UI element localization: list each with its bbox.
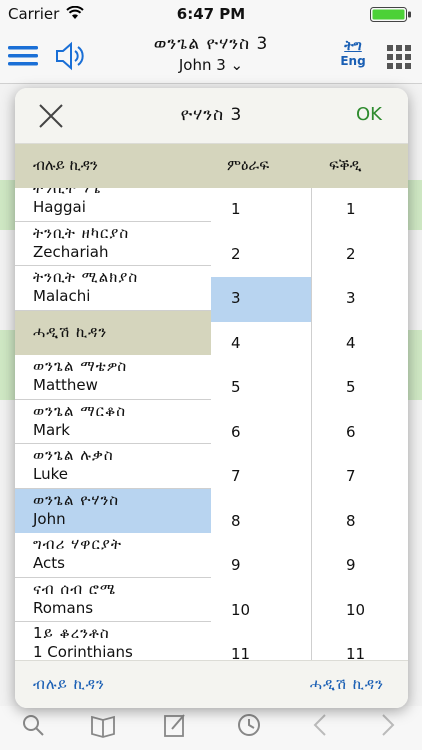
note-icon[interactable] — [162, 712, 188, 738]
chapter-item-11[interactable]: 11 — [211, 633, 311, 660]
book-item-john[interactable]: ወንጌል ዮሃንስ John — [15, 488, 211, 533]
nav-bar: ወንጌል ዮሃንስ 3 John 3 ⌄ ትግ Eng — [0, 28, 422, 84]
modal-title: ዮሃንስ 3 — [180, 105, 243, 125]
book-icon[interactable] — [90, 712, 116, 738]
book-item-zechariah[interactable]: ትንቢት ዘካርያስ Zechariah — [15, 222, 211, 266]
grid-icon[interactable] — [386, 44, 412, 70]
book-item-romans[interactable]: ናብ ሰብ ሮሜ Romans — [15, 578, 211, 622]
column-header-verse: ፍቕዲ — [311, 144, 408, 188]
old-testament-button[interactable]: ብሉይ ኪዳን — [33, 675, 105, 693]
chapter-item-9[interactable]: 9 — [211, 544, 311, 589]
column-header-chapter: ምዕራፍ — [211, 144, 311, 188]
bottom-toolbar — [0, 706, 422, 750]
chapter-item-2[interactable]: 2 — [211, 233, 311, 278]
title-amharic: ወንጌል ዮሃንስ 3 — [153, 34, 269, 54]
chapter-item-3[interactable]: 3 — [211, 277, 311, 322]
chapter-item-10[interactable]: 10 — [211, 589, 311, 634]
column-header-book: ብሉይ ኪዳን — [15, 144, 211, 188]
lang-top-label: ትግ — [344, 38, 362, 54]
verse-item-7[interactable]: 7 — [311, 455, 408, 500]
book-item-mark[interactable]: ወንጌል ማርቆስ Mark — [15, 400, 211, 444]
book-item-1-corinthians[interactable]: 1ይ ቆረንቶስ 1 Corinthians — [15, 622, 211, 660]
battery-icon — [370, 7, 411, 22]
lang-bottom-label: Eng — [340, 54, 366, 68]
chapter-item-1[interactable]: 1 — [211, 188, 311, 233]
title-english: John 3 ⌄ — [178, 56, 244, 74]
history-icon[interactable] — [236, 712, 262, 738]
menu-icon[interactable] — [8, 44, 38, 68]
verse-item-4[interactable]: 4 — [311, 321, 408, 366]
modal-header: ዮሃንስ 3 OK — [15, 88, 408, 144]
speaker-icon[interactable] — [54, 41, 86, 71]
book-item-matthew[interactable]: ወንጌል ማቴዎስ Matthew — [15, 355, 211, 400]
back-icon[interactable] — [308, 712, 334, 738]
verse-item-9[interactable]: 9 — [311, 544, 408, 589]
verse-item-2[interactable]: 2 — [311, 232, 408, 277]
new-testament-button[interactable]: ሓዲሽ ኪዳን — [310, 675, 384, 693]
modal-footer: ብሉይ ኪዳን ሓዲሽ ኪዳን — [15, 660, 408, 708]
ok-button[interactable]: OK — [356, 104, 382, 125]
status-time: 6:47 PM — [176, 5, 246, 23]
forward-icon[interactable] — [374, 712, 400, 738]
book-chapter-picker-modal: ዮሃንስ 3 OK ብሉይ ኪዳን ምዕራፍ ፍቕዲ ትንቢተ ሃጌ Hagga… — [15, 88, 408, 708]
verse-item-5[interactable]: 5 — [311, 366, 408, 411]
close-icon[interactable] — [37, 102, 65, 130]
book-item-haggai[interactable]: ትንቢተ ሃጌ Haggai — [15, 188, 211, 222]
chapter-item-5[interactable]: 5 — [211, 366, 311, 411]
verse-item-6[interactable]: 6 — [311, 410, 408, 455]
chapter-item-4[interactable]: 4 — [211, 322, 311, 367]
language-toggle-button[interactable]: ትግ Eng — [334, 38, 372, 68]
verse-list[interactable]: 1 2 3 4 5 6 7 8 9 10 11 — [311, 188, 408, 660]
book-item-malachi[interactable]: ትንቢት ሚልክያስ Malachi — [15, 266, 211, 311]
chapter-item-8[interactable]: 8 — [211, 500, 311, 545]
book-item-acts[interactable]: ግብሪ ሃዋርያት Acts — [15, 533, 211, 578]
verse-item-10[interactable]: 10 — [311, 588, 408, 633]
verse-item-11[interactable]: 11 — [311, 633, 408, 660]
verse-item-8[interactable]: 8 — [311, 499, 408, 544]
book-list[interactable]: ትንቢተ ሃጌ Haggai ትንቢት ዘካርያስ Zechariah ትንቢት… — [15, 188, 211, 660]
chapter-item-7[interactable]: 7 — [211, 455, 311, 500]
book-item-luke[interactable]: ወንጌል ሉቃስ Luke — [15, 444, 211, 489]
section-new-testament[interactable]: ሓዲሽ ኪዳን — [15, 310, 211, 355]
search-icon[interactable] — [20, 712, 46, 738]
verse-item-3[interactable]: 3 — [311, 277, 408, 322]
chapter-title-button[interactable]: ወንጌል ዮሃንስ 3 John 3 ⌄ — [120, 34, 302, 74]
chapter-list[interactable]: 1 2 3 4 5 6 7 8 9 10 11 — [211, 188, 311, 660]
status-bar: Carrier 6:47 PM — [0, 0, 422, 28]
chapter-item-6[interactable]: 6 — [211, 411, 311, 456]
verse-item-1[interactable]: 1 — [311, 188, 408, 233]
